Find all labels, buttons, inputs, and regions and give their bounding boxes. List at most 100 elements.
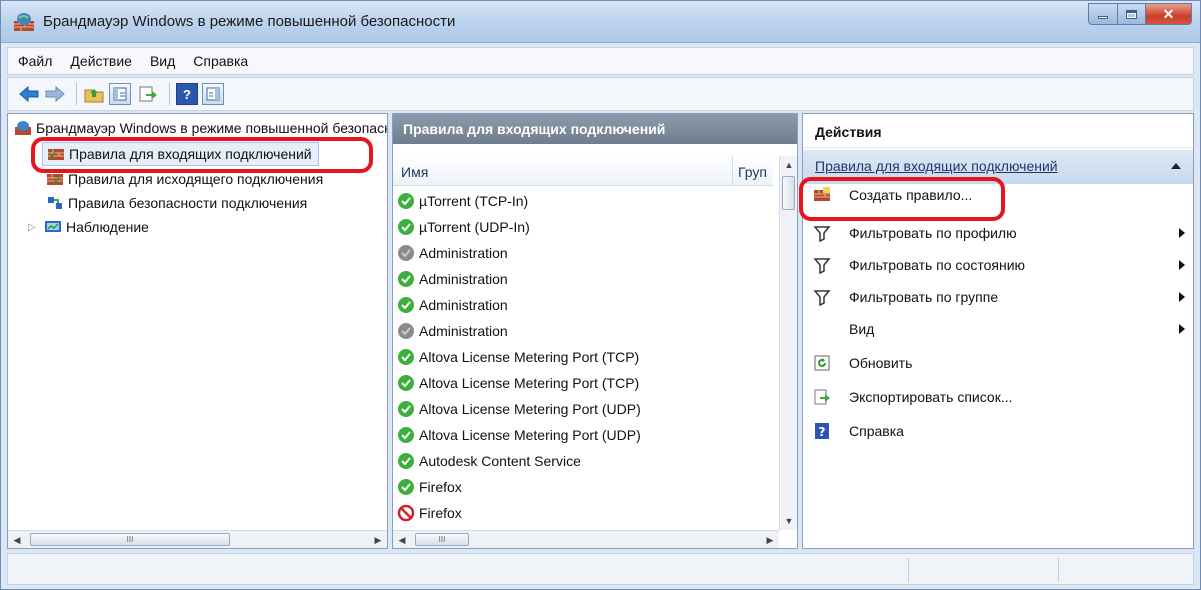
tree-item-monitoring[interactable]: ▷ Наблюдение [28, 216, 149, 238]
rule-name: Firefox [419, 479, 462, 495]
monitoring-icon [45, 221, 61, 232]
scroll-down-icon[interactable]: ▼ [780, 512, 797, 530]
tree-item-label: Правила безопасности подключения [68, 195, 308, 211]
connection-security-icon [48, 197, 62, 209]
scroll-thumb[interactable] [782, 176, 795, 210]
toolbar-separator [169, 83, 170, 105]
rule-row[interactable]: Administration [397, 240, 508, 266]
tree-item-label: Наблюдение [66, 219, 149, 235]
rule-row[interactable]: Altova License Metering Port (UDP) [397, 396, 641, 422]
rule-row[interactable]: Firefox [397, 474, 462, 500]
up-folder-button[interactable] [83, 83, 105, 105]
enabled-rule-icon [398, 479, 414, 495]
maximize-icon [1126, 9, 1137, 19]
menu-file[interactable]: Файл [18, 53, 52, 69]
inbound-rules-icon [48, 149, 64, 160]
help-icon: ? [183, 86, 191, 102]
maximize-button[interactable] [1118, 3, 1146, 25]
rule-row[interactable]: µTorrent (TCP-In) [397, 188, 528, 214]
enabled-rule-icon [398, 349, 414, 365]
actions-pane: Действия Правила для входящих подключени… [802, 113, 1194, 549]
rule-row[interactable]: µTorrent (UDP-In) [397, 214, 530, 240]
action-item[interactable]: Вид [803, 314, 1193, 344]
column-name[interactable]: Имя [393, 156, 733, 186]
minimize-button[interactable] [1088, 3, 1118, 25]
scroll-right-icon[interactable]: ▶ [369, 531, 387, 548]
rule-row[interactable]: Administration [397, 292, 508, 318]
menu-help[interactable]: Справка [193, 53, 248, 69]
scroll-thumb[interactable]: III [415, 533, 469, 546]
show-hide-action-pane-icon [206, 87, 220, 101]
rule-row[interactable]: Administration [397, 318, 508, 344]
rule-row[interactable]: Altova License Metering Port (TCP) [397, 344, 639, 370]
horizontal-scrollbar[interactable]: ◀ III ▶ [8, 530, 387, 548]
scroll-grip: III [126, 535, 134, 544]
rule-name: Administration [419, 245, 508, 261]
horizontal-scrollbar[interactable]: ◀ III ▶ [393, 530, 779, 548]
title-bar[interactable]: Брандмауэр Windows в режиме повышенной б… [1, 1, 1200, 43]
scroll-right-icon[interactable]: ▶ [761, 531, 779, 548]
new-rule-icon [813, 186, 831, 204]
show-hide-action-pane-button[interactable] [202, 83, 224, 105]
action-item[interactable]: Экспортировать список... [803, 382, 1193, 412]
scroll-left-icon[interactable]: ◀ [8, 531, 26, 548]
rule-row[interactable]: Firefox [397, 500, 462, 526]
scroll-up-icon[interactable]: ▲ [780, 156, 797, 174]
action-label: Экспортировать список... [849, 389, 1013, 405]
action-label: Создать правило... [849, 187, 973, 203]
help-button[interactable]: ? [176, 83, 198, 105]
show-hide-tree-button[interactable] [109, 83, 131, 105]
action-label: Фильтровать по состоянию [849, 257, 1026, 273]
action-item[interactable]: Обновить [803, 348, 1193, 378]
scroll-thumb[interactable]: III [30, 533, 230, 546]
status-divider [908, 558, 909, 582]
tree-item-connection-security[interactable]: Правила безопасности подключения [46, 192, 307, 214]
tree-item-inbound-rules[interactable]: Правила для входящих подключений [42, 142, 319, 166]
action-item[interactable]: ? Справка [803, 416, 1193, 446]
action-label: Вид [849, 321, 875, 337]
expand-icon[interactable]: ▷ [28, 222, 42, 233]
rule-name: Altova License Metering Port (UDP) [419, 427, 641, 443]
forward-icon [45, 86, 65, 102]
close-button[interactable]: ✕ [1146, 3, 1192, 25]
collapse-icon[interactable] [1171, 163, 1181, 169]
filter-icon [813, 288, 831, 306]
window-title: Брандмауэр Windows в режиме повышенной б… [43, 13, 456, 30]
tree-item-outbound-rules[interactable]: Правила для исходящего подключения [46, 168, 323, 190]
filter-icon [813, 224, 831, 242]
rule-row[interactable]: Administration [397, 266, 508, 292]
back-icon [19, 86, 39, 102]
export-button[interactable] [137, 83, 159, 105]
navigation-tree-pane: Брандмауэр Windows в режиме повышенной б… [7, 113, 388, 549]
firewall-icon [15, 121, 31, 135]
vertical-scrollbar[interactable]: ▲ ▼ [779, 156, 797, 530]
forward-button[interactable] [44, 83, 66, 105]
scroll-left-icon[interactable]: ◀ [393, 531, 411, 548]
menu-view[interactable]: Вид [150, 53, 175, 69]
actions-group-header[interactable]: Правила для входящих подключений [803, 150, 1193, 184]
firewall-icon [14, 13, 34, 31]
action-item[interactable]: Создать правило... [803, 180, 1193, 210]
rules-list-pane: Правила для входящих подключений Имя Гру… [392, 113, 798, 549]
action-item[interactable]: Фильтровать по группе [803, 282, 1193, 312]
enabled-rule-icon [398, 427, 414, 443]
column-group[interactable]: Груп [733, 156, 783, 186]
column-headers: Имя Груп [393, 156, 783, 186]
empty-icon-slot [813, 320, 831, 338]
menu-action[interactable]: Действие [70, 53, 132, 69]
enabled-rule-icon [398, 401, 414, 417]
action-item[interactable]: Фильтровать по состоянию [803, 250, 1193, 280]
filter-icon [813, 256, 831, 274]
submenu-arrow-icon [1179, 260, 1185, 270]
rules-pane-header: Правила для входящих подключений [393, 114, 797, 144]
rule-row[interactable]: Altova License Metering Port (TCP) [397, 370, 639, 396]
tree-item-root[interactable]: Брандмауэр Windows в режиме повышенной б… [14, 117, 387, 139]
action-item[interactable]: Фильтровать по профилю [803, 218, 1193, 248]
toolbar-separator [76, 83, 77, 105]
tree-item-label: Правила для входящих подключений [69, 146, 312, 162]
back-button[interactable] [18, 83, 40, 105]
status-divider [1058, 558, 1059, 582]
rule-row[interactable]: Altova License Metering Port (UDP) [397, 422, 641, 448]
enabled-rule-icon [398, 297, 414, 313]
rule-row[interactable]: Autodesk Content Service [397, 448, 581, 474]
